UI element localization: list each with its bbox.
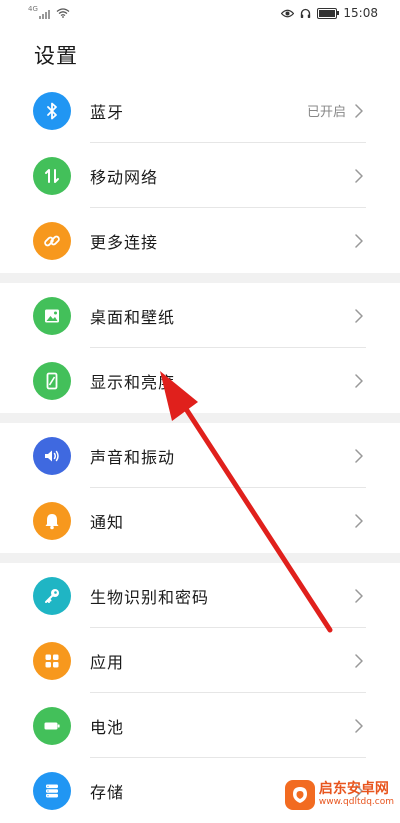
settings-item-label: 应用 [90,652,125,672]
bluetooth-icon [33,91,71,130]
group-separator [0,413,400,423]
bell-icon [33,501,71,540]
group-separator [0,273,400,283]
link-icon [33,221,71,260]
mobile-data-icon [33,156,71,195]
settings-item-label: 显示和亮度 [90,372,176,392]
status-left: 4G [28,4,70,19]
watermark: 启东安卓网 www.qdltdq.com [284,780,394,810]
status-right: 15:08 [281,6,378,20]
settings-item-sound[interactable]: 声音和振动 [0,423,400,488]
battery-status-icon [317,7,340,19]
settings-item-label: 通知 [90,512,125,532]
chevron-right-icon [355,308,363,323]
status-bar: 4G 15:08 [0,0,400,26]
settings-item-label: 生物识别和密码 [90,587,210,607]
chevron-right-icon [355,373,363,388]
watermark-logo-icon [284,780,315,810]
settings-item-bluetooth[interactable]: 蓝牙 已开启 [0,78,400,143]
settings-item-label: 更多连接 [90,232,159,252]
eye-icon [281,9,295,17]
settings-item-display[interactable]: 显示和亮度 [0,348,400,413]
chevron-right-icon [355,233,363,248]
chevron-right-icon [355,718,363,733]
chevron-right-icon [355,168,363,183]
volume-icon [33,436,71,475]
settings-item-biometrics[interactable]: 生物识别和密码 [0,563,400,628]
battery-icon [33,706,71,745]
page-title: 设置 [34,44,78,68]
picture-icon [33,296,71,335]
settings-item-label: 移动网络 [90,167,159,187]
settings-item-value: 已开启 [306,105,346,120]
settings-item-apps[interactable]: 应用 [0,628,400,693]
settings-group: 桌面和壁纸显示和亮度 [0,283,400,413]
watermark-url: www.qdltdq.com [318,796,394,807]
settings-item-label: 蓝牙 [90,102,125,122]
settings-item-more-connections[interactable]: 更多连接 [0,208,400,273]
headphones-icon [301,8,311,18]
cell-signal-icon: 4G [28,4,50,19]
group-separator [0,553,400,563]
settings-item-label: 桌面和壁纸 [90,307,176,327]
settings-group: 蓝牙 已开启移动网络更多连接 [0,78,400,273]
settings-item-wallpaper[interactable]: 桌面和壁纸 [0,283,400,348]
settings-group: 声音和振动 通知 [0,423,400,553]
storage-icon [33,771,71,810]
battery-level-fill [319,9,336,17]
phone-brightness-icon [33,361,71,400]
settings-item-notifications[interactable]: 通知 [0,488,400,553]
key-icon [33,576,71,615]
settings-item-label: 声音和振动 [90,447,176,467]
chevron-right-icon [355,513,363,528]
watermark-name: 启东安卓网 [318,781,389,798]
chevron-right-icon [355,103,363,118]
settings-list: 蓝牙 已开启移动网络更多连接桌面和壁纸显示和亮度声音和振动通知生物识别和密码 应用电… [0,78,400,823]
settings-item-battery[interactable]: 电池 [0,693,400,758]
wifi-icon [56,8,70,18]
chevron-right-icon [355,448,363,463]
clock: 15:08 [343,6,378,20]
settings-item-label: 电池 [90,717,125,737]
network-type-label: 4G [28,4,38,13]
settings-item-mobile-network[interactable]: 移动网络 [0,143,400,208]
chevron-right-icon [355,653,363,668]
apps-grid-icon [33,641,71,680]
chevron-right-icon [355,588,363,603]
